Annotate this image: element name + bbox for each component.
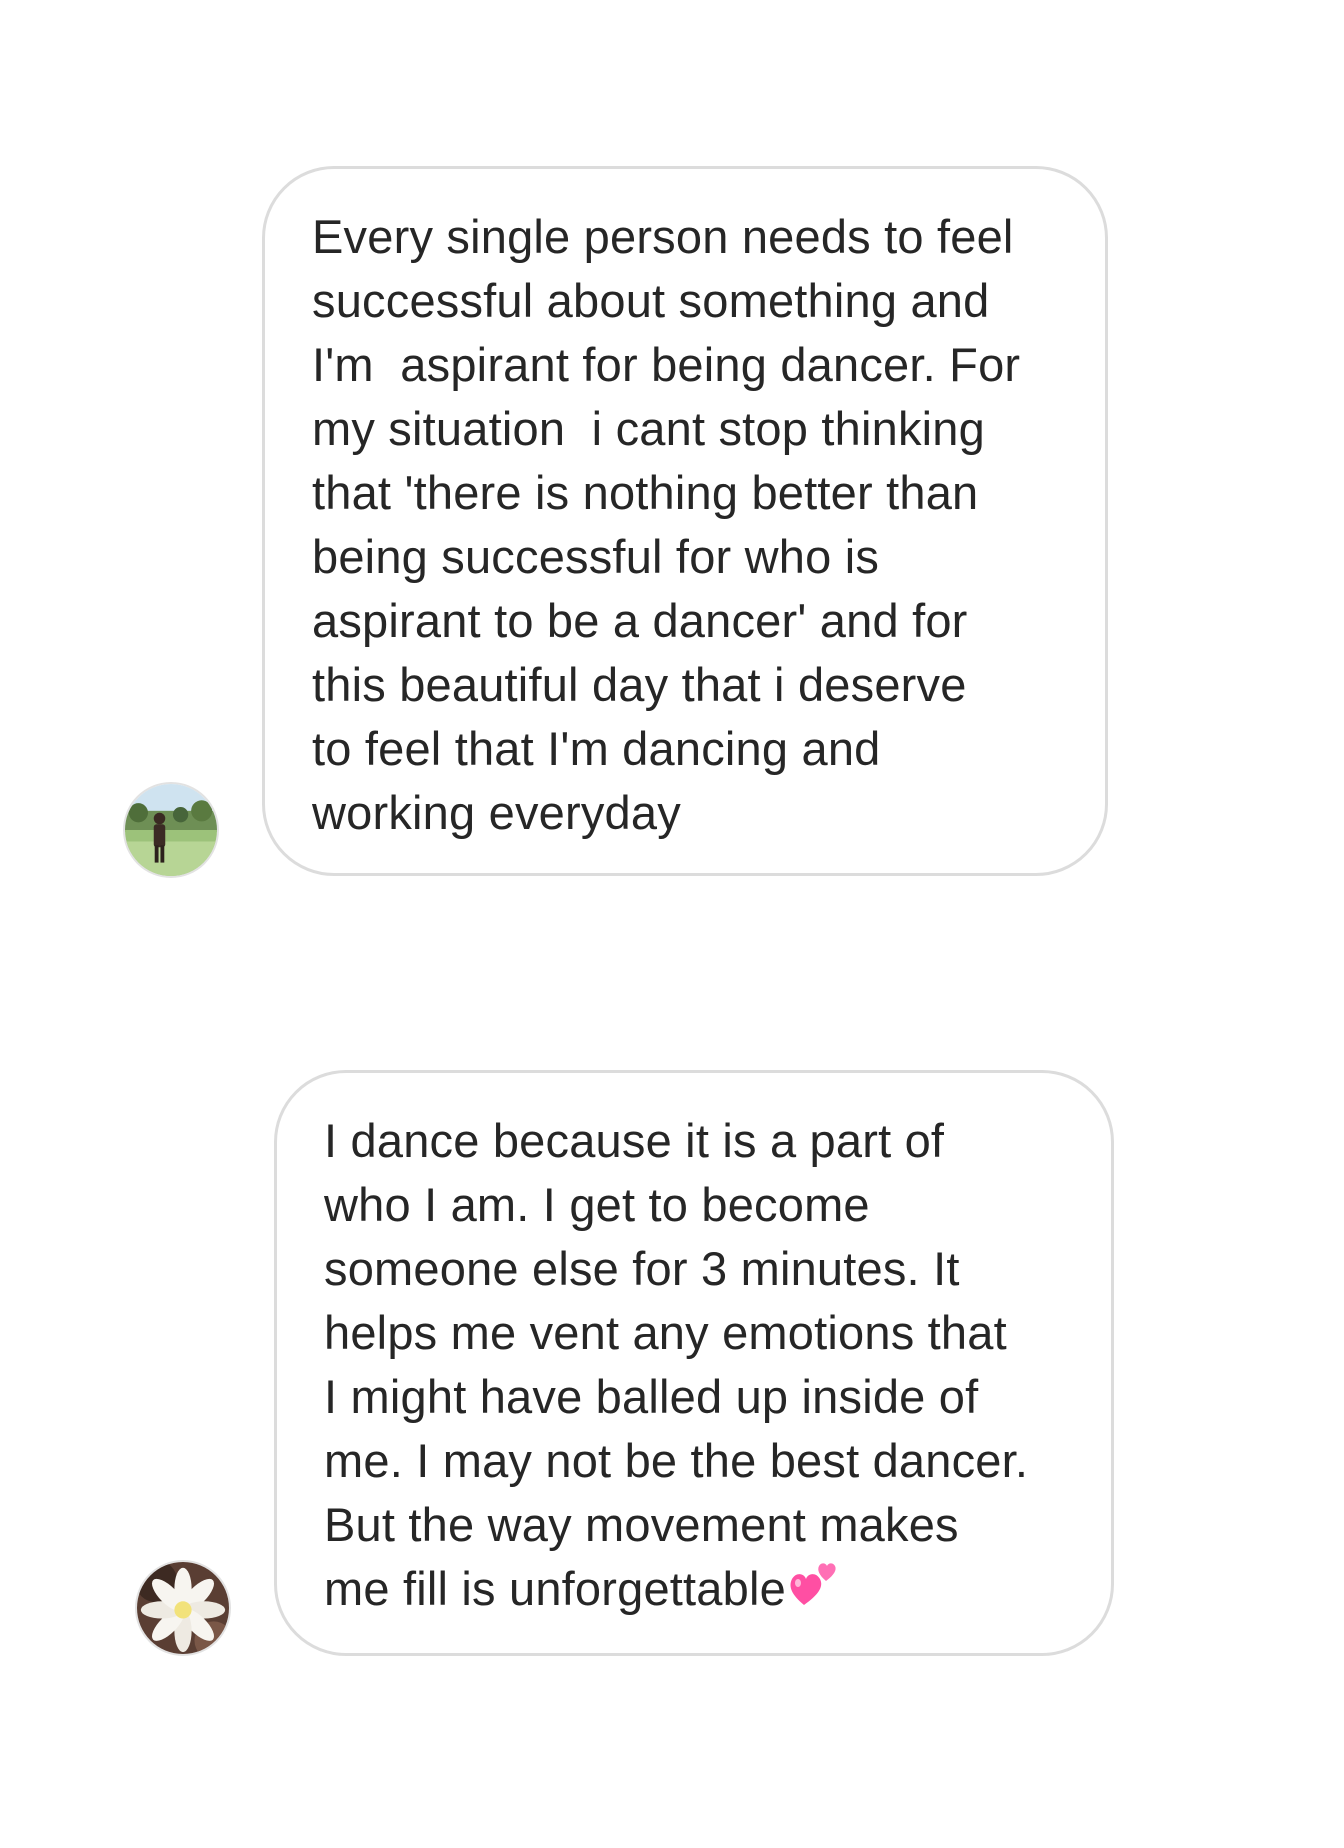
message-text-line: that 'there is nothing better than <box>312 466 979 519</box>
message-text-line: But the way movement makes <box>324 1498 959 1551</box>
message-text-line: my situation i cant stop thinking <box>312 402 985 455</box>
message-thread: Every single person needs to feel succes… <box>0 0 1344 1848</box>
message-text-line: me. I may not be the best dancer. <box>324 1434 1029 1487</box>
person-in-park-photo-icon <box>125 784 217 876</box>
message-text-line: someone else for 3 minutes. It <box>324 1242 960 1295</box>
message-text-line: this beautiful day that i deserve <box>312 658 967 711</box>
sender-avatar[interactable] <box>123 782 219 878</box>
message-text-line-with-emoji: me fill is unforgettable <box>324 1557 1091 1621</box>
message-text-line: being successful for who is <box>312 530 880 583</box>
white-flower-photo-icon <box>137 1562 229 1654</box>
sender-avatar[interactable] <box>135 1560 231 1656</box>
message-text-line: successful about something and <box>312 274 990 327</box>
message-bubble[interactable]: I dance because it is a part of who I am… <box>274 1070 1114 1656</box>
message-text-line: to feel that I'm dancing and <box>312 722 881 775</box>
message-text-line: I dance because it is a part of <box>324 1114 945 1167</box>
message-text-line: I'm aspirant for being dancer. For <box>312 338 1021 391</box>
message-text-line: me fill is unforgettable <box>324 1562 786 1615</box>
message-text-line: aspirant to be a dancer' and for <box>312 594 968 647</box>
message-text-line: helps me vent any emotions that <box>324 1306 1007 1359</box>
message-text-line: I might have balled up inside of <box>324 1370 979 1423</box>
message-bubble[interactable]: Every single person needs to feel succes… <box>262 166 1108 876</box>
message-text-line: Every single person needs to feel <box>312 210 1014 263</box>
message-text-line: working everyday <box>312 786 681 839</box>
two-hearts-emoji-icon <box>790 1563 836 1605</box>
message-text-line: who I am. I get to become <box>324 1178 870 1231</box>
